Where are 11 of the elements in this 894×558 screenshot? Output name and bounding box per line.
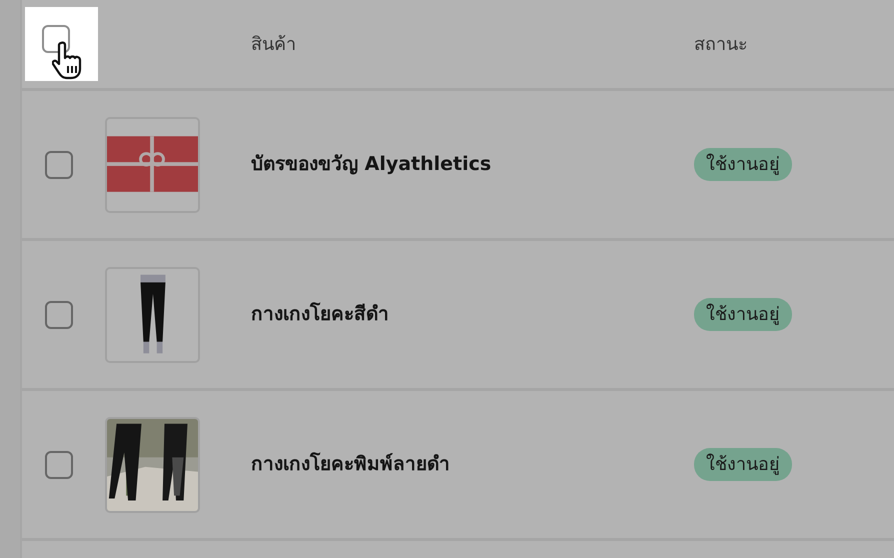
- row-checkbox[interactable]: [45, 300, 73, 328]
- product-name[interactable]: บัตรของขวัญ Alyathletics: [251, 150, 694, 179]
- status-badge: ใช้งานอยู่: [694, 448, 792, 481]
- column-header: สถานะ: [694, 32, 749, 56]
- product-name[interactable]: กางเกงโยคะพิมพ์ลายดำ: [251, 450, 694, 479]
- product-name[interactable]: กางเกงโยคะสีดำ: [251, 300, 694, 329]
- column-header: สินค้า: [251, 32, 297, 56]
- status-badge: ใช้งานอยู่: [694, 148, 792, 181]
- status-badge: ใช้งานอยู่: [694, 298, 792, 331]
- row-checkbox[interactable]: [45, 150, 73, 178]
- row-checkbox[interactable]: [45, 450, 73, 478]
